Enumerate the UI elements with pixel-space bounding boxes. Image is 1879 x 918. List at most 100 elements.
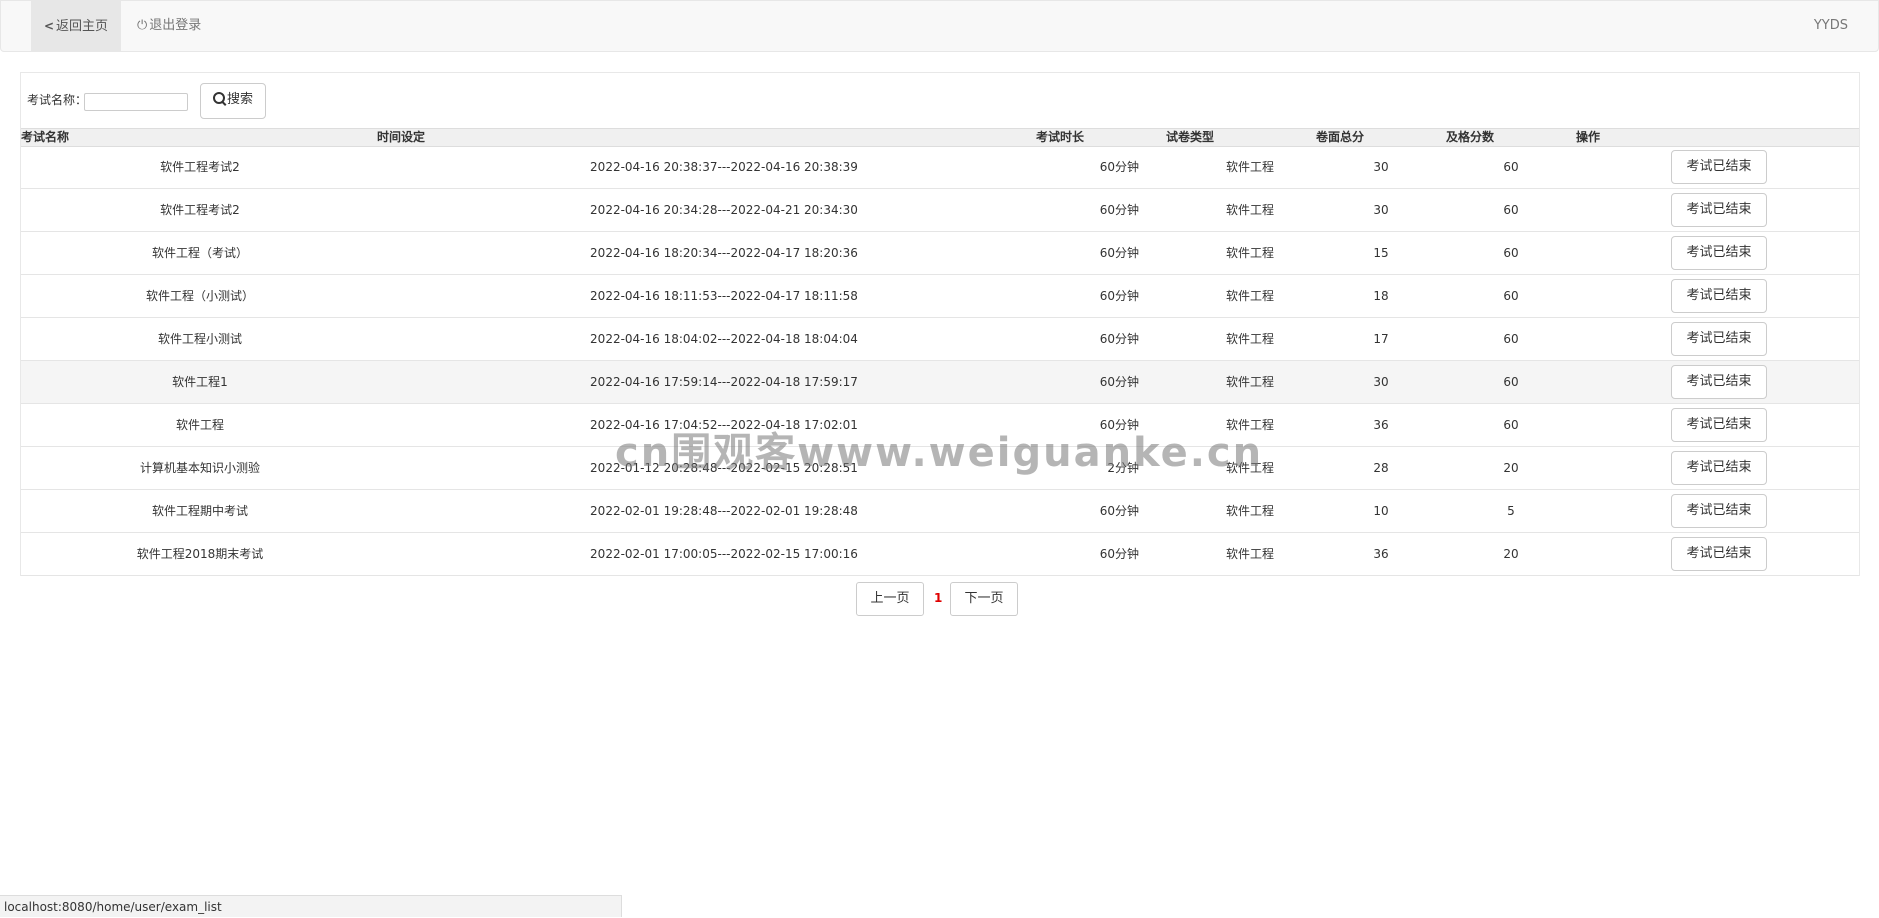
top-navbar: < 返回主页 ⏻ 退出登录 YYDS [0,0,1879,52]
prev-page-button[interactable]: 上一页 [856,582,924,616]
exam-ended-button[interactable]: 考试已结束 [1671,150,1767,184]
table-row: 软件工程考试2 2022-04-16 20:38:37---2022-04-16 … [21,146,1859,189]
cell-duration: 60分钟 [1099,203,1139,217]
current-page-number[interactable]: 1 [934,582,942,614]
logout-label: 退出登录 [149,18,202,33]
exam-ended-button[interactable]: 考试已结束 [1671,494,1767,528]
exam-ended-button[interactable]: 考试已结束 [1671,537,1767,571]
cell-time-range: 2022-02-01 19:28:48---2022-02-01 19:28:4… [590,504,858,518]
cell-exam-name: 软件工程（小测试） [145,289,254,303]
cell-exam-name: 计算机基本知识小测验 [139,461,260,475]
header-time-setting: 时间设定 [377,130,426,144]
cell-paper-type: 软件工程 [1225,547,1274,561]
table-header: 考试名称 时间设定 考试时长 试卷类型 卷面总分 及格分数 操作 [21,128,1859,147]
cell-exam-name: 软件工程考试2 [160,160,240,174]
chevron-left-icon: < [43,19,55,33]
cell-total-score: 30 [1373,160,1389,174]
table-row: 软件工程（小测试） 2022-04-16 18:11:53---2022-04-1… [21,275,1859,318]
table-body: 软件工程考试2 2022-04-16 20:38:37---2022-04-16 … [21,146,1859,576]
cell-pass-score: 60 [1503,246,1519,260]
cell-duration: 2分钟 [1107,461,1139,475]
table-row: 软件工程（考试） 2022-04-16 18:20:34---2022-04-17… [21,232,1859,275]
cell-pass-score: 60 [1503,203,1519,217]
back-home-label: 返回主页 [56,19,109,34]
cell-time-range: 2022-04-16 20:34:28---2022-04-21 20:34:3… [590,203,858,217]
header-total-score: 卷面总分 [1316,130,1365,144]
cell-pass-score: 60 [1503,289,1519,303]
cell-total-score: 18 [1373,289,1389,303]
header-pass-score: 及格分数 [1446,130,1495,144]
power-icon: ⏻ [137,18,148,33]
cell-paper-type: 软件工程 [1225,375,1274,389]
cell-total-score: 36 [1373,418,1389,432]
exam-ended-button[interactable]: 考试已结束 [1671,322,1767,356]
exam-ended-button[interactable]: 考试已结束 [1671,365,1767,399]
cell-exam-name: 软件工程 [175,418,224,432]
cell-time-range: 2022-02-01 17:00:05---2022-02-15 17:00:1… [590,547,858,561]
header-actions: 操作 [1576,130,1601,144]
cell-paper-type: 软件工程 [1225,504,1274,518]
cell-pass-score: 20 [1503,547,1519,561]
cell-exam-name: 软件工程（考试） [151,246,248,260]
cell-paper-type: 软件工程 [1225,289,1274,303]
status-bar-url: localhost:8080/home/user/exam_list [0,895,622,917]
cell-exam-name: 软件工程考试2 [160,203,240,217]
cell-duration: 60分钟 [1099,547,1139,561]
exam-ended-button[interactable]: 考试已结束 [1671,408,1767,442]
cell-time-range: 2022-04-16 18:11:53---2022-04-17 18:11:5… [590,289,858,303]
table-row: 计算机基本知识小测验 2022-01-12 20:28:48---2022-02-… [21,447,1859,490]
cell-exam-name: 软件工程1 [172,375,228,389]
exam-ended-button[interactable]: 考试已结束 [1671,236,1767,270]
search-button-label: 搜索 [226,92,253,107]
cell-duration: 60分钟 [1099,332,1139,346]
cell-pass-score: 5 [1507,504,1515,518]
cell-total-score: 10 [1373,504,1389,518]
cell-total-score: 28 [1373,461,1389,475]
exam-list-panel: 考试名称： 搜索 考试名称 时间设定 考试时长 试卷类型 卷面总分 及格分数 操… [20,72,1860,576]
header-duration: 考试时长 [1036,130,1085,144]
cell-total-score: 15 [1373,246,1389,260]
cell-pass-score: 60 [1503,418,1519,432]
header-exam-name: 考试名称 [21,130,70,144]
cell-total-score: 17 [1373,332,1389,346]
search-icon [212,92,225,104]
cell-pass-score: 20 [1503,461,1519,475]
table-row: 软件工程2018期末考试 2022-02-01 17:00:05---2022-0… [21,533,1859,576]
cell-time-range: 2022-04-16 20:38:37---2022-04-16 20:38:3… [590,160,858,174]
cell-time-range: 2022-01-12 20:28:48---2022-02-15 20:28:5… [590,461,858,475]
cell-duration: 60分钟 [1099,375,1139,389]
cell-pass-score: 60 [1503,332,1519,346]
cell-total-score: 30 [1373,203,1389,217]
cell-paper-type: 软件工程 [1225,160,1274,174]
table-row: 软件工程考试2 2022-04-16 20:34:28---2022-04-21 … [21,189,1859,232]
table-row: 软件工程 2022-04-16 17:04:52---2022-04-18 17:… [21,404,1859,447]
cell-total-score: 36 [1373,547,1389,561]
search-button[interactable]: 搜索 [200,83,266,119]
search-label: 考试名称： [27,93,88,107]
next-page-button[interactable]: 下一页 [950,582,1018,616]
cell-exam-name: 软件工程小测试 [157,332,242,346]
cell-duration: 60分钟 [1099,418,1139,432]
cell-time-range: 2022-04-16 18:04:02---2022-04-18 18:04:0… [590,332,858,346]
exam-ended-button[interactable]: 考试已结束 [1671,279,1767,313]
table-row: 软件工程1 2022-04-16 17:59:14---2022-04-18 17… [21,361,1859,404]
cell-time-range: 2022-04-16 18:20:34---2022-04-17 18:20:3… [590,246,858,260]
table-row: 软件工程期中考试 2022-02-01 19:28:48---2022-02-01… [21,490,1859,533]
user-name[interactable]: YYDS [1814,1,1848,51]
cell-paper-type: 软件工程 [1225,461,1274,475]
exam-name-search-input[interactable] [84,93,188,111]
back-home-link[interactable]: < 返回主页 [31,1,121,51]
cell-duration: 60分钟 [1099,246,1139,260]
cell-time-range: 2022-04-16 17:59:14---2022-04-18 17:59:1… [590,375,858,389]
cell-duration: 60分钟 [1099,160,1139,174]
cell-pass-score: 60 [1503,375,1519,389]
logout-link[interactable]: ⏻ 退出登录 [137,1,201,51]
header-paper-type: 试卷类型 [1166,130,1215,144]
exam-ended-button[interactable]: 考试已结束 [1671,451,1767,485]
cell-paper-type: 软件工程 [1225,246,1274,260]
cell-duration: 60分钟 [1099,289,1139,303]
cell-paper-type: 软件工程 [1225,203,1274,217]
cell-time-range: 2022-04-16 17:04:52---2022-04-18 17:02:0… [590,418,858,432]
cell-exam-name: 软件工程2018期末考试 [136,547,264,561]
exam-ended-button[interactable]: 考试已结束 [1671,193,1767,227]
